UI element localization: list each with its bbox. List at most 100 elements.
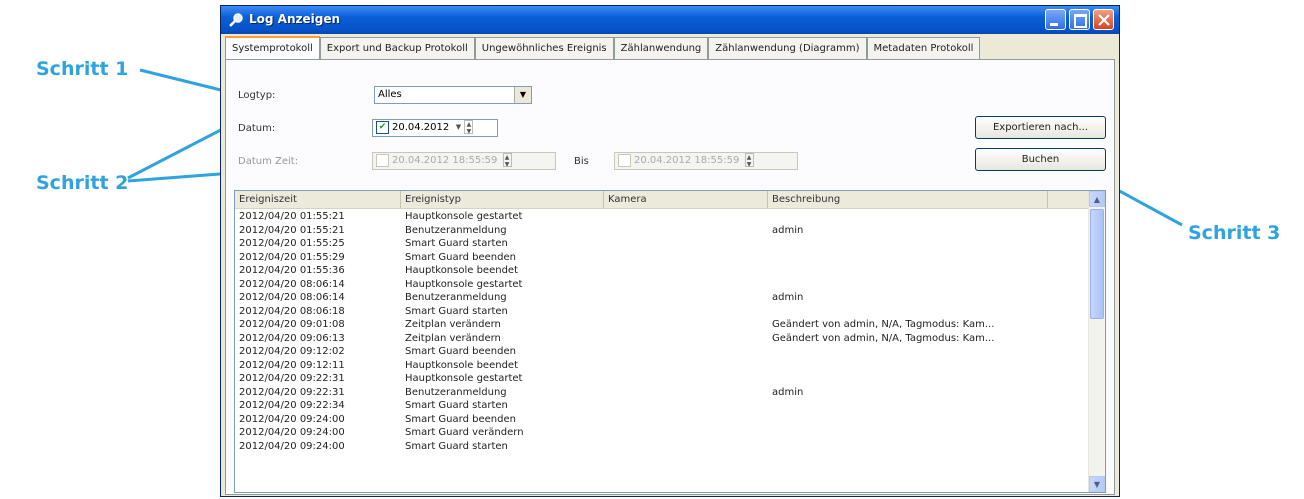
magnifier-icon bbox=[229, 13, 243, 27]
list-item[interactable]: 2012/04/20 08:06:14 Hauptkonsole gestarte… bbox=[235, 278, 1090, 292]
search-button[interactable]: Buchen bbox=[975, 148, 1106, 171]
title-bar[interactable]: Log Anzeigen bbox=[221, 6, 1119, 34]
datetime-to-value: 20.04.2012 18:55:59 bbox=[634, 155, 740, 166]
list-item[interactable]: 2012/04/20 09:22:31 Hauptkonsole gestarte… bbox=[235, 372, 1090, 386]
event-type: Benutzeranmeldung bbox=[405, 224, 507, 236]
date-value: 20.04.2012 bbox=[392, 122, 450, 133]
event-time: 2012/04/20 09:24:00 bbox=[239, 440, 345, 452]
list-item[interactable]: 2012/04/20 09:24:00 Smart Guard starten bbox=[235, 440, 1090, 454]
description: admin bbox=[772, 292, 804, 303]
calendar-dropdown-icon[interactable]: ▼ bbox=[454, 120, 462, 134]
description: admin bbox=[772, 224, 804, 236]
logtype-select[interactable]: Alles ▼ bbox=[374, 86, 532, 104]
event-type: Hauptkonsole gestartet bbox=[405, 211, 523, 222]
chevron-down-icon[interactable]: ▼ bbox=[514, 87, 531, 103]
datetime-to-spinner[interactable]: ▲ ▼ bbox=[744, 153, 754, 168]
event-type: Hauptkonsole beendet bbox=[405, 359, 518, 371]
event-time: 2012/04/20 01:55:25 bbox=[239, 238, 345, 249]
step3-label: Schritt 3 bbox=[1188, 222, 1281, 244]
list-item[interactable]: 2012/04/20 09:22:34 Smart Guard starten bbox=[235, 399, 1090, 413]
event-type: Benutzeranmeldung bbox=[405, 386, 507, 398]
tab-panel: Logtyp: Alles ▼ Datum: ✔ 20.04.2012 ▼ ▲ ▼ D… bbox=[225, 59, 1115, 495]
step1-label: Schritt 1 bbox=[36, 58, 129, 80]
event-time: 2012/04/20 09:22:31 bbox=[239, 386, 345, 398]
list-item[interactable]: 2012/04/20 01:55:36 Hauptkonsole beendet bbox=[235, 264, 1090, 278]
list-rows: 2012/04/20 01:55:21 Hauptkonsole gestarte… bbox=[235, 210, 1090, 453]
date-checkbox[interactable]: ✔ bbox=[376, 120, 389, 134]
tab-systemprotokoll[interactable]: Systemprotokoll bbox=[225, 36, 320, 60]
minimize-icon bbox=[1050, 23, 1058, 26]
event-time: 2012/04/20 01:55:21 bbox=[239, 211, 345, 222]
list-item[interactable]: 2012/04/20 01:55:21 Benutzeranmeldung admi… bbox=[235, 224, 1090, 238]
list-item[interactable]: 2012/04/20 01:55:29 Smart Guard beenden bbox=[235, 251, 1090, 265]
tab-ungewoehnliches-ereignis[interactable]: Ungewöhnliches Ereignis bbox=[474, 37, 614, 59]
list-item[interactable]: 2012/04/20 09:24:00 Smart Guard verändern bbox=[235, 426, 1090, 440]
datetime-from-checkbox[interactable] bbox=[376, 153, 389, 167]
column-header-kamera[interactable]: Kamera bbox=[604, 191, 768, 208]
event-time: 2012/04/20 09:22:34 bbox=[239, 400, 345, 411]
list-item[interactable]: 2012/04/20 09:24:00 Smart Guard beenden bbox=[235, 413, 1090, 427]
date-picker[interactable]: ✔ 20.04.2012 ▼ ▲ ▼ bbox=[372, 119, 498, 137]
event-time: 2012/04/20 01:55:36 bbox=[239, 265, 345, 276]
list-item[interactable]: 2012/04/20 09:22:31 Benutzeranmeldung admi… bbox=[235, 386, 1090, 400]
maximize-button[interactable] bbox=[1069, 9, 1090, 30]
event-type: Smart Guard beenden bbox=[405, 413, 516, 425]
column-header-ereigniszeit[interactable]: Ereigniszeit bbox=[235, 191, 401, 208]
event-time: 2012/04/20 08:06:14 bbox=[239, 278, 345, 290]
export-button[interactable]: Exportieren nach... bbox=[975, 116, 1106, 139]
list-item[interactable]: 2012/04/20 09:12:11 Hauptkonsole beendet bbox=[235, 359, 1090, 373]
bis-label: Bis bbox=[574, 156, 589, 167]
event-type: Hauptkonsole gestartet bbox=[405, 278, 523, 290]
datetime-to-picker[interactable]: 20.04.2012 18:55:59 ▲ ▼ bbox=[614, 152, 798, 170]
datetime-from-value: 20.04.2012 18:55:59 bbox=[392, 155, 498, 166]
datetime-from-picker[interactable]: 20.04.2012 18:55:59 ▲ ▼ bbox=[372, 152, 556, 170]
scroll-up-icon[interactable]: ▲ bbox=[1089, 191, 1105, 207]
event-time: 2012/04/20 08:06:18 bbox=[239, 305, 345, 317]
event-type: Smart Guard starten bbox=[405, 305, 508, 317]
list-item[interactable]: 2012/04/20 08:06:18 Smart Guard starten bbox=[235, 305, 1090, 319]
column-header-beschreibung[interactable]: Beschreibung bbox=[768, 191, 1048, 208]
vertical-scrollbar[interactable]: ▲ ▼ bbox=[1088, 191, 1105, 492]
event-type: Smart Guard starten bbox=[405, 238, 508, 249]
event-type: Smart Guard beenden bbox=[405, 251, 516, 263]
list-header: Ereigniszeit Ereignistyp Kamera Beschrei… bbox=[235, 191, 1090, 209]
list-item[interactable]: 2012/04/20 09:06:13 Zeitplan verändern Geä… bbox=[235, 332, 1090, 346]
tab-zaehlanwendung-diagramm[interactable]: Zählanwendung (Diagramm) bbox=[708, 37, 867, 59]
tab-metadaten-protokoll[interactable]: Metadaten Protokoll bbox=[866, 37, 981, 59]
event-type: Hauptkonsole gestartet bbox=[405, 373, 523, 384]
event-type: Smart Guard starten bbox=[405, 440, 508, 452]
event-time: 2012/04/20 09:24:00 bbox=[239, 427, 345, 438]
tab-export-backup[interactable]: Export und Backup Protokoll bbox=[319, 37, 475, 59]
event-list[interactable]: Ereigniszeit Ereignistyp Kamera Beschrei… bbox=[234, 190, 1106, 493]
close-icon bbox=[1098, 14, 1110, 26]
event-type: Hauptkonsole beendet bbox=[405, 265, 518, 276]
column-header-ereignistyp[interactable]: Ereignistyp bbox=[401, 191, 604, 208]
list-item[interactable]: 2012/04/20 01:55:21 Hauptkonsole gestarte… bbox=[235, 210, 1090, 224]
event-type: Smart Guard starten bbox=[405, 400, 508, 411]
datetime-from-spinner[interactable]: ▲ ▼ bbox=[502, 153, 512, 168]
datetime-to-checkbox[interactable] bbox=[618, 153, 631, 167]
list-item[interactable]: 2012/04/20 09:01:08 Zeitplan verändern Geä… bbox=[235, 318, 1090, 332]
event-type: Benutzeranmeldung bbox=[405, 292, 507, 303]
event-time: 2012/04/20 09:22:31 bbox=[239, 373, 345, 384]
event-time: 2012/04/20 09:06:13 bbox=[239, 332, 345, 344]
description: Geändert von admin, N/A, Tagmodus: Kam..… bbox=[772, 332, 995, 344]
event-time: 2012/04/20 01:55:29 bbox=[239, 251, 345, 263]
step2-label: Schritt 2 bbox=[36, 172, 129, 194]
datetime-label: Datum Zeit: bbox=[238, 156, 299, 167]
list-item[interactable]: 2012/04/20 01:55:25 Smart Guard starten bbox=[235, 237, 1090, 251]
scroll-down-icon[interactable]: ▼ bbox=[1089, 476, 1105, 492]
event-time: 2012/04/20 08:06:14 bbox=[239, 292, 345, 303]
log-window: Log Anzeigen Systemprotokoll Export und … bbox=[220, 5, 1120, 497]
list-item[interactable]: 2012/04/20 08:06:14 Benutzeranmeldung admi… bbox=[235, 291, 1090, 305]
event-time: 2012/04/20 09:24:00 bbox=[239, 413, 345, 425]
list-item[interactable]: 2012/04/20 09:12:02 Smart Guard beenden bbox=[235, 345, 1090, 359]
close-button[interactable] bbox=[1093, 9, 1114, 30]
event-type: Smart Guard verändern bbox=[405, 427, 524, 438]
logtype-label: Logtyp: bbox=[238, 90, 276, 101]
scroll-thumb[interactable] bbox=[1090, 209, 1104, 319]
event-time: 2012/04/20 09:12:02 bbox=[239, 346, 345, 357]
tab-zaehlanwendung[interactable]: Zählanwendung bbox=[613, 37, 709, 59]
minimize-button[interactable] bbox=[1045, 9, 1066, 30]
date-spinner[interactable]: ▲ ▼ bbox=[464, 120, 474, 135]
